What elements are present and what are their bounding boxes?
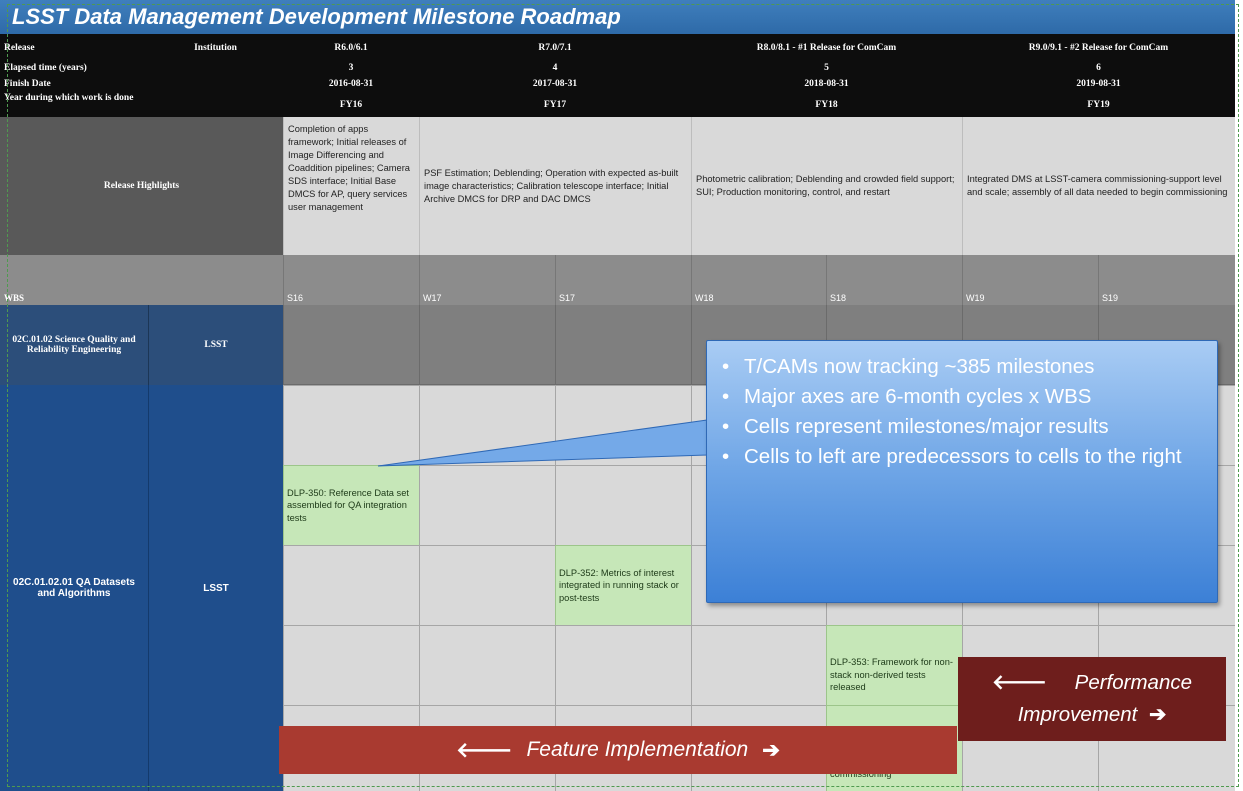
fiscal-year: FY18 [815,100,838,110]
grid-cell [283,545,419,625]
finish-date: 2019-08-31 [1076,78,1121,89]
finish-label: Finish Date [4,78,51,89]
release-name: R9.0/9.1 - #2 Release for ComCam [1028,42,1169,53]
fiscal-year: FY19 [1087,100,1110,110]
grid-cell [555,465,691,545]
grid-cell [283,625,419,705]
fiscal-year: FY17 [543,100,567,110]
institution-label: Institution [194,42,237,53]
milestone-text: DLP-353: Framework for non-stack non-der… [830,657,953,692]
finish-row: Finish Date 2016-08-31 2017-08-31 2018-0… [0,74,1235,93]
grid-cell [283,385,419,465]
grid-cell [419,305,555,385]
finish-date: 2018-08-31 [804,78,849,89]
callout-bullets: T/CAMs now tracking ~385 milestones Majo… [722,352,1214,472]
grid-cell [691,625,826,705]
cycle-header: W18 [691,255,826,305]
elapsed-label: Elapsed time (years) [4,62,87,73]
highlight-text: Photometric calibration; Deblending and … [696,174,955,197]
grid-cell [555,385,691,465]
grid-cell [419,545,555,625]
highlight-text: Integrated DMS at LSST-camera commission… [967,174,1228,197]
highlight-cell: Completion of apps framework; Initial re… [283,117,419,255]
feature-implementation-banner: 🡐 Feature Implementation ➔ [279,726,957,774]
grid-cell [419,465,555,545]
release-name: R8.0/8.1 - #1 Release for ComCam [756,42,897,53]
callout-bullet: T/CAMs now tracking ~385 milestones [722,352,1214,382]
wbs-qa-datasets-label: 02C.01.02.01 QA Datasets and Algorithms [0,385,148,791]
performance-label: Performance [1074,671,1193,694]
cycle-header: S19 [1098,255,1235,305]
highlight-text: PSF Estimation; Deblending; Operation wi… [424,167,679,204]
milestone-text: DLP-352: Metrics of interest integrated … [559,567,679,603]
milestone-cell: DLP-353: Framework for non-stack non-der… [826,625,962,705]
institution-cell: LSST [148,305,283,385]
milestone-cell: DLP-352: Metrics of interest integrated … [555,545,691,625]
finish-date: 2017-08-31 [532,78,578,89]
grid-cell [283,305,419,385]
release-name: R7.0/7.1 [538,42,572,53]
highlight-cell: PSF Estimation; Deblending; Operation wi… [419,117,691,255]
performance-line-1: 🡐 Performance [992,667,1192,699]
wbs-label: WBS [4,293,25,303]
cycle-header: S18 [826,255,962,305]
callout-bullet: Cells to left are predecessors to cells … [722,442,1214,472]
grid-cell [419,385,555,465]
elapsed-value: 5 [824,62,829,73]
year-label: Year during which work is done [4,93,134,103]
release-name: R6.0/6.1 [334,42,368,53]
grid-cell [419,625,555,705]
institution-cell: LSST [148,385,283,791]
left-arrow-icon: 🡐 [456,738,513,762]
release-label: Release [4,42,35,53]
cycle-header: S17 [555,255,691,305]
release-highlights-label: Release Highlights [0,117,283,255]
cycle-header: S16 [283,255,419,305]
improvement-label: Improvement [1017,703,1138,726]
grid-cell [555,305,691,385]
elapsed-value: 3 [348,62,354,73]
right-arrow-icon: ➔ [1149,703,1167,726]
grid-cell [555,625,691,705]
fy-row: Year during which work is done FY16 FY17… [0,93,1235,117]
cycle-header: W19 [962,255,1098,305]
highlight-cell: Integrated DMS at LSST-camera commission… [962,117,1235,255]
feature-label: Feature Implementation [526,738,749,761]
cycle-header: W17 [419,255,555,305]
milestone-cell: DLP-350: Reference Data set assembled fo… [283,465,419,545]
milestone-text: DLP-350: Reference Data set assembled fo… [287,487,409,523]
elapsed-row: Elapsed time (years) 3 4 5 6 [0,61,1235,74]
left-arrow-icon: 🡐 [991,671,1047,694]
right-arrow-icon: ➔ [762,738,780,762]
performance-line-2: Improvement ➔ [1018,699,1167,731]
elapsed-value: 4 [552,62,558,73]
release-row: Release Institution R6.0/6.1 R7.0/7.1 R8… [0,34,1235,61]
fiscal-year: FY16 [339,100,363,110]
highlight-cell: Photometric calibration; Deblending and … [691,117,962,255]
elapsed-value: 6 [1096,62,1101,73]
callout-bullet: Major axes are 6-month cycles x WBS [722,382,1214,412]
performance-improvement-banner: 🡐 Performance Improvement ➔ [958,657,1226,741]
callout-bullet: Cells represent milestones/major results [722,412,1214,442]
finish-date: 2016-08-31 [328,78,374,89]
wbs-science-quality-label: 02C.01.02 Science Quality and Reliabilit… [0,305,148,385]
page-title: LSST Data Management Development Milesto… [0,0,1235,34]
